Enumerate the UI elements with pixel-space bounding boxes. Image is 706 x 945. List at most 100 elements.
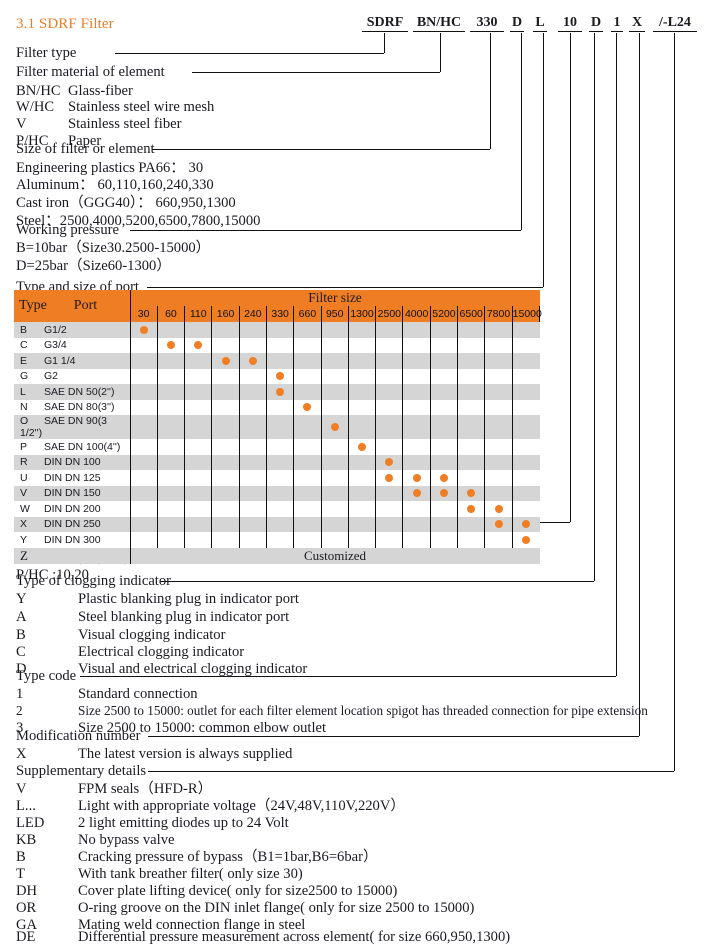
cell-P-4000: [402, 439, 431, 455]
cell-Y-110: [184, 532, 213, 548]
spec-line: X The latest version is always supplied: [16, 747, 292, 762]
availability-dot: [139, 325, 148, 334]
cell-O-60: [157, 415, 186, 439]
availability-dot: [221, 356, 230, 365]
cell-C-6500: [457, 337, 486, 353]
cell-B-240: [239, 322, 267, 338]
table-row: E G1 1/4: [14, 353, 540, 369]
cell-U-5200: [430, 470, 459, 486]
table-row: X DIN DN 250: [14, 516, 540, 532]
code-token-0: SDRF: [362, 16, 408, 32]
header-filter-size: Filter size: [130, 290, 540, 306]
cell-E-60: [157, 353, 186, 369]
table-row: N SAE DN 80(3''): [14, 399, 540, 415]
cell-O-950: [321, 415, 349, 439]
spec-text: Steel blanking plug in indicator port: [78, 609, 290, 625]
spec-code: C: [16, 644, 26, 660]
cell-C-4000: [402, 337, 431, 353]
cell-W-60: [157, 501, 186, 517]
spec-text: Filter type: [16, 45, 77, 61]
cell-G-660: [293, 368, 322, 384]
cell-O-240: [239, 415, 267, 439]
spec-text: Light with appropriate voltage（24V,48V,1…: [78, 798, 405, 814]
cell-L-6500: [457, 384, 486, 400]
cell-B-7800: [484, 322, 513, 338]
cell-P-6500: [457, 439, 486, 455]
cell-V-4000: [402, 485, 431, 501]
spec-code: X: [16, 746, 27, 762]
spec-text: Electrical clogging indicator: [78, 644, 245, 660]
cell-L-240: [239, 384, 267, 400]
cell-B-1300: [348, 322, 377, 338]
size-header-60: 60: [156, 306, 186, 322]
spec-code: L...: [16, 798, 36, 814]
table-row: R DIN DN 100: [14, 454, 540, 470]
cell-C-2500: [375, 337, 404, 353]
cell-X-60: [157, 516, 186, 532]
spec-line: DE Differential pressure measurement acro…: [16, 930, 510, 945]
cell-W-30: [130, 501, 158, 517]
spec-code: LED: [16, 815, 45, 831]
availability-dot: [494, 520, 503, 529]
cell-V-7800: [484, 485, 513, 501]
cell-Y-950: [321, 532, 349, 548]
cell-L-660: [293, 384, 322, 400]
spec-text: Working pressure: [16, 222, 119, 238]
cell-O-7800: [484, 415, 513, 439]
cell-Y-60: [157, 532, 186, 548]
leader-line-8: [148, 736, 639, 737]
size-header-110: 110: [184, 306, 213, 322]
code-token-5: 10: [558, 16, 582, 32]
code-drop-line-2: [490, 33, 491, 149]
spec-line: Type of clogging indicator: [16, 574, 171, 589]
cell-N-2500: [375, 399, 404, 415]
cell-P-7800: [484, 439, 513, 455]
availability-dot: [412, 473, 421, 482]
cell-O-6500: [457, 415, 486, 439]
spec-code: T: [16, 866, 25, 882]
cell-W-950: [321, 501, 349, 517]
cell-W-1300: [348, 501, 377, 517]
cell-G-330: [266, 368, 295, 384]
cell-W-160: [211, 501, 240, 517]
table-row: O SAE DN 90(3 1/2''): [14, 415, 540, 439]
cell-C-950: [321, 337, 349, 353]
cell-B-5200: [430, 322, 459, 338]
size-header-30: 30: [129, 306, 158, 322]
cell-N-6500: [457, 399, 486, 415]
cell-C-110: [184, 337, 213, 353]
cell-B-950: [321, 322, 349, 338]
cell-E-950: [321, 353, 349, 369]
leader-line-9: [148, 771, 674, 772]
spec-line: V FPM seals（HFD-R）: [16, 782, 212, 797]
cell-V-330: [266, 485, 295, 501]
cell-U-15000: [512, 470, 540, 486]
availability-dot: [194, 341, 203, 350]
row-type-letter: R: [20, 456, 28, 469]
cell-L-30: [130, 384, 158, 400]
cell-C-15000: [512, 337, 540, 353]
spec-line: L... Light with appropriate voltage（24V,4…: [16, 799, 405, 814]
spec-line: Supplementary details: [16, 764, 146, 779]
availability-dot: [248, 356, 257, 365]
cell-W-2500: [375, 501, 404, 517]
cell-C-60: [157, 337, 186, 353]
cell-X-6500: [457, 516, 486, 532]
row-type-port: U DIN DN 125: [14, 470, 131, 486]
cell-L-2500: [375, 384, 404, 400]
cell-R-4000: [402, 454, 431, 470]
cell-R-5200: [430, 454, 459, 470]
cell-L-330: [266, 384, 295, 400]
spec-line: C Electrical clogging indicator: [16, 645, 244, 660]
row-type-port: G G2: [14, 368, 131, 384]
page-title: 3.1 SDRF Filter: [16, 16, 114, 32]
cell-B-160: [211, 322, 240, 338]
cell-W-15000: [512, 501, 540, 517]
spec-line: Filter material of element: [16, 65, 165, 80]
cell-V-5200: [430, 485, 459, 501]
cell-N-240: [239, 399, 267, 415]
cell-N-5200: [430, 399, 459, 415]
cell-C-7800: [484, 337, 513, 353]
cell-P-30: [130, 439, 158, 455]
cell-E-660: [293, 353, 322, 369]
